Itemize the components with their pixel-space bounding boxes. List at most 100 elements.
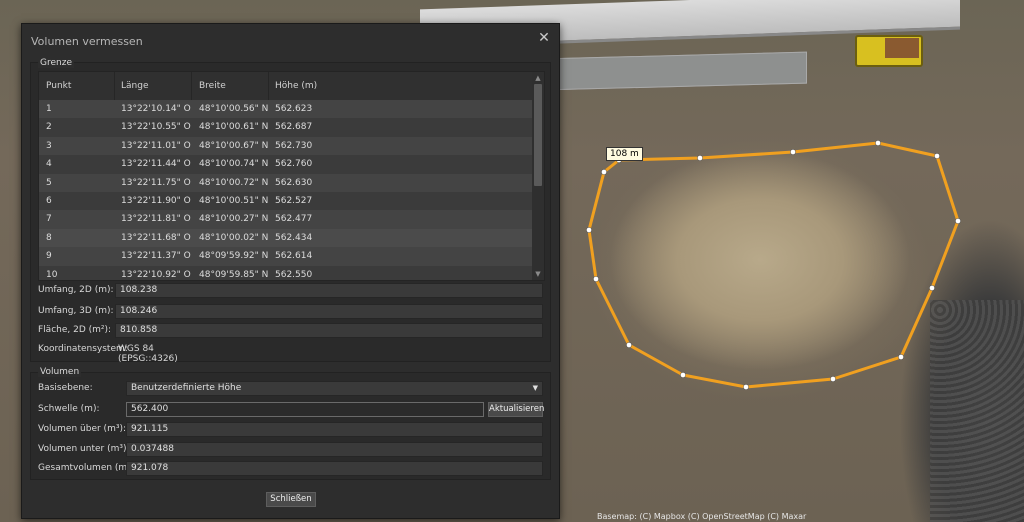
cell-punkt: 8	[46, 232, 52, 243]
scroll-down-icon[interactable]: ▼	[533, 269, 543, 279]
koordinatensystem-value: WGS 84 (EPSG::4326)	[118, 344, 178, 364]
polygon-vertex[interactable]	[790, 149, 796, 155]
table-row[interactable]: 4 13°22'11.44" O 48°10'00.74" N 562.760	[39, 155, 532, 173]
table-row[interactable]: 1 13°22'10.14" O 48°10'00.56" N 562.623	[39, 100, 532, 119]
cell-laenge: 13°22'11.37" O	[121, 251, 191, 262]
distance-label: 108 m	[606, 147, 643, 161]
measure-volume-dialog: Volumen vermessen ✕ Grenze Punkt Länge B…	[21, 23, 560, 519]
column-header-laenge[interactable]: Länge	[121, 81, 148, 91]
gesamtvolumen-value[interactable]: 921.078	[126, 461, 543, 476]
cell-breite: 48°09'59.85" N	[199, 269, 269, 280]
schliessen-button[interactable]: Schließen	[266, 492, 316, 507]
cell-punkt: 2	[46, 122, 52, 133]
aktualisieren-button[interactable]: Aktualisieren	[488, 402, 544, 417]
close-icon[interactable]: ✕	[537, 31, 551, 45]
volume-boundary-polygon[interactable]	[587, 141, 960, 389]
polygon-vertex[interactable]	[929, 285, 935, 291]
table-row[interactable]: 9 13°22'11.37" O 48°09'59.92" N 562.614	[39, 247, 532, 266]
cell-punkt: 10	[46, 269, 58, 280]
koordinatensystem-label: Koordinatensystem:	[38, 344, 128, 354]
polygon-vertex[interactable]	[626, 342, 632, 348]
table-rows: 1 13°22'10.14" O 48°10'00.56" N 562.623 2 13°…	[39, 100, 532, 280]
cell-laenge: 13°22'11.90" O	[121, 195, 191, 206]
cell-laenge: 13°22'10.14" O	[121, 104, 191, 114]
cell-breite: 48°10'00.67" N	[199, 140, 269, 151]
cell-breite: 48°10'00.61" N	[199, 122, 269, 133]
table-row[interactable]: 7 13°22'11.81" O 48°10'00.27" N 562.477	[39, 210, 532, 229]
cell-laenge: 13°22'11.81" O	[121, 214, 191, 225]
cell-hoehe: 562.730	[275, 140, 313, 151]
polygon-vertex[interactable]	[898, 354, 904, 360]
cell-hoehe: 562.623	[275, 104, 313, 114]
table-header: Punkt Länge Breite Höhe (m)	[39, 72, 532, 100]
polygon-vertex[interactable]	[586, 227, 592, 233]
cell-hoehe: 562.434	[275, 232, 313, 243]
cell-hoehe: 562.477	[275, 214, 313, 225]
cell-breite: 48°10'00.72" N	[199, 177, 269, 188]
cell-laenge: 13°22'11.44" O	[121, 159, 191, 170]
table-row[interactable]: 5 13°22'11.75" O 48°10'00.72" N 562.630	[39, 173, 532, 192]
cell-breite: 48°10'00.56" N	[199, 104, 269, 114]
column-header-punkt[interactable]: Punkt	[46, 81, 71, 91]
cell-laenge: 13°22'11.01" O	[121, 140, 191, 151]
volumen-ueber-value[interactable]: 921.115	[126, 422, 543, 437]
schwelle-label: Schwelle (m):	[38, 404, 100, 414]
polygon-vertex[interactable]	[593, 276, 599, 282]
grenze-group-label: Grenze	[38, 58, 74, 68]
column-header-breite[interactable]: Breite	[199, 81, 226, 91]
flaeche-value[interactable]: 810.858	[115, 323, 543, 338]
polygon-vertex[interactable]	[875, 140, 881, 146]
table-row[interactable]: 3 13°22'11.01" O 48°10'00.67" N 562.730	[39, 136, 532, 156]
volumen-unter-label: Volumen unter (m³):	[38, 444, 130, 454]
polygon-vertex[interactable]	[601, 169, 607, 175]
flaeche-label: Fläche, 2D (m²):	[38, 325, 112, 335]
cell-breite: 48°10'00.02" N	[199, 232, 269, 243]
cell-hoehe: 562.527	[275, 195, 313, 206]
boundary-points-table[interactable]: Punkt Länge Breite Höhe (m) 1 13°22'10.14…	[38, 71, 545, 281]
scroll-up-icon[interactable]: ▲	[533, 73, 543, 83]
table-row[interactable]: 6 13°22'11.90" O 48°10'00.51" N 562.527	[39, 192, 532, 210]
cell-hoehe: 562.760	[275, 159, 313, 170]
basisebene-dropdown[interactable]: Benutzerdefinierte Höhe ▼	[126, 381, 543, 396]
schwelle-input[interactable]: 562.400	[126, 402, 484, 417]
cell-hoehe: 562.550	[275, 269, 313, 280]
column-separator	[268, 72, 269, 100]
umfang-3d-label: Umfang, 3D (m):	[38, 306, 114, 316]
cell-punkt: 5	[46, 177, 52, 188]
cell-breite: 48°10'00.27" N	[199, 214, 269, 225]
cell-punkt: 6	[46, 195, 52, 206]
chevron-down-icon: ▼	[532, 384, 538, 392]
cell-punkt: 3	[46, 140, 52, 151]
basisebene-selected: Benutzerdefinierte Höhe	[131, 383, 242, 393]
cell-breite: 48°09'59.92" N	[199, 251, 269, 262]
column-separator	[191, 72, 192, 100]
volumen-group-label: Volumen	[38, 367, 82, 377]
gesamtvolumen-label: Gesamtvolumen (m³):	[38, 463, 138, 473]
dialog-title: Volumen vermessen	[31, 35, 143, 48]
polygon-vertex[interactable]	[697, 155, 703, 161]
cell-breite: 48°10'00.51" N	[199, 195, 269, 206]
cell-punkt: 4	[46, 159, 52, 170]
table-row[interactable]: 10 13°22'10.92" O 48°09'59.85" N 562.550	[39, 266, 532, 280]
cell-breite: 48°10'00.74" N	[199, 159, 269, 170]
umfang-3d-value[interactable]: 108.246	[115, 304, 543, 319]
cell-punkt: 7	[46, 214, 52, 225]
polygon-vertex[interactable]	[830, 376, 836, 382]
volumen-unter-value[interactable]: 0.037488	[126, 442, 543, 457]
polygon-vertex[interactable]	[934, 153, 940, 159]
polygon-vertex[interactable]	[680, 372, 686, 378]
table-scrollbar[interactable]: ▲ ▼	[532, 72, 544, 280]
column-header-hoehe[interactable]: Höhe (m)	[275, 81, 317, 91]
cell-laenge: 13°22'10.55" O	[121, 122, 191, 133]
polygon-vertex[interactable]	[955, 218, 961, 224]
cell-hoehe: 562.687	[275, 122, 313, 133]
cell-hoehe: 562.630	[275, 177, 313, 188]
umfang-2d-value[interactable]: 108.238	[115, 283, 543, 298]
polygon-vertex[interactable]	[743, 384, 749, 390]
table-row[interactable]: 2 13°22'10.55" O 48°10'00.61" N 562.687	[39, 118, 532, 136]
cell-punkt: 1	[46, 104, 52, 114]
cell-laenge: 13°22'11.75" O	[121, 177, 191, 188]
scrollbar-thumb[interactable]	[534, 84, 542, 186]
table-row[interactable]: 8 13°22'11.68" O 48°10'00.02" N 562.434	[39, 228, 532, 248]
basisebene-label: Basisebene:	[38, 383, 93, 393]
